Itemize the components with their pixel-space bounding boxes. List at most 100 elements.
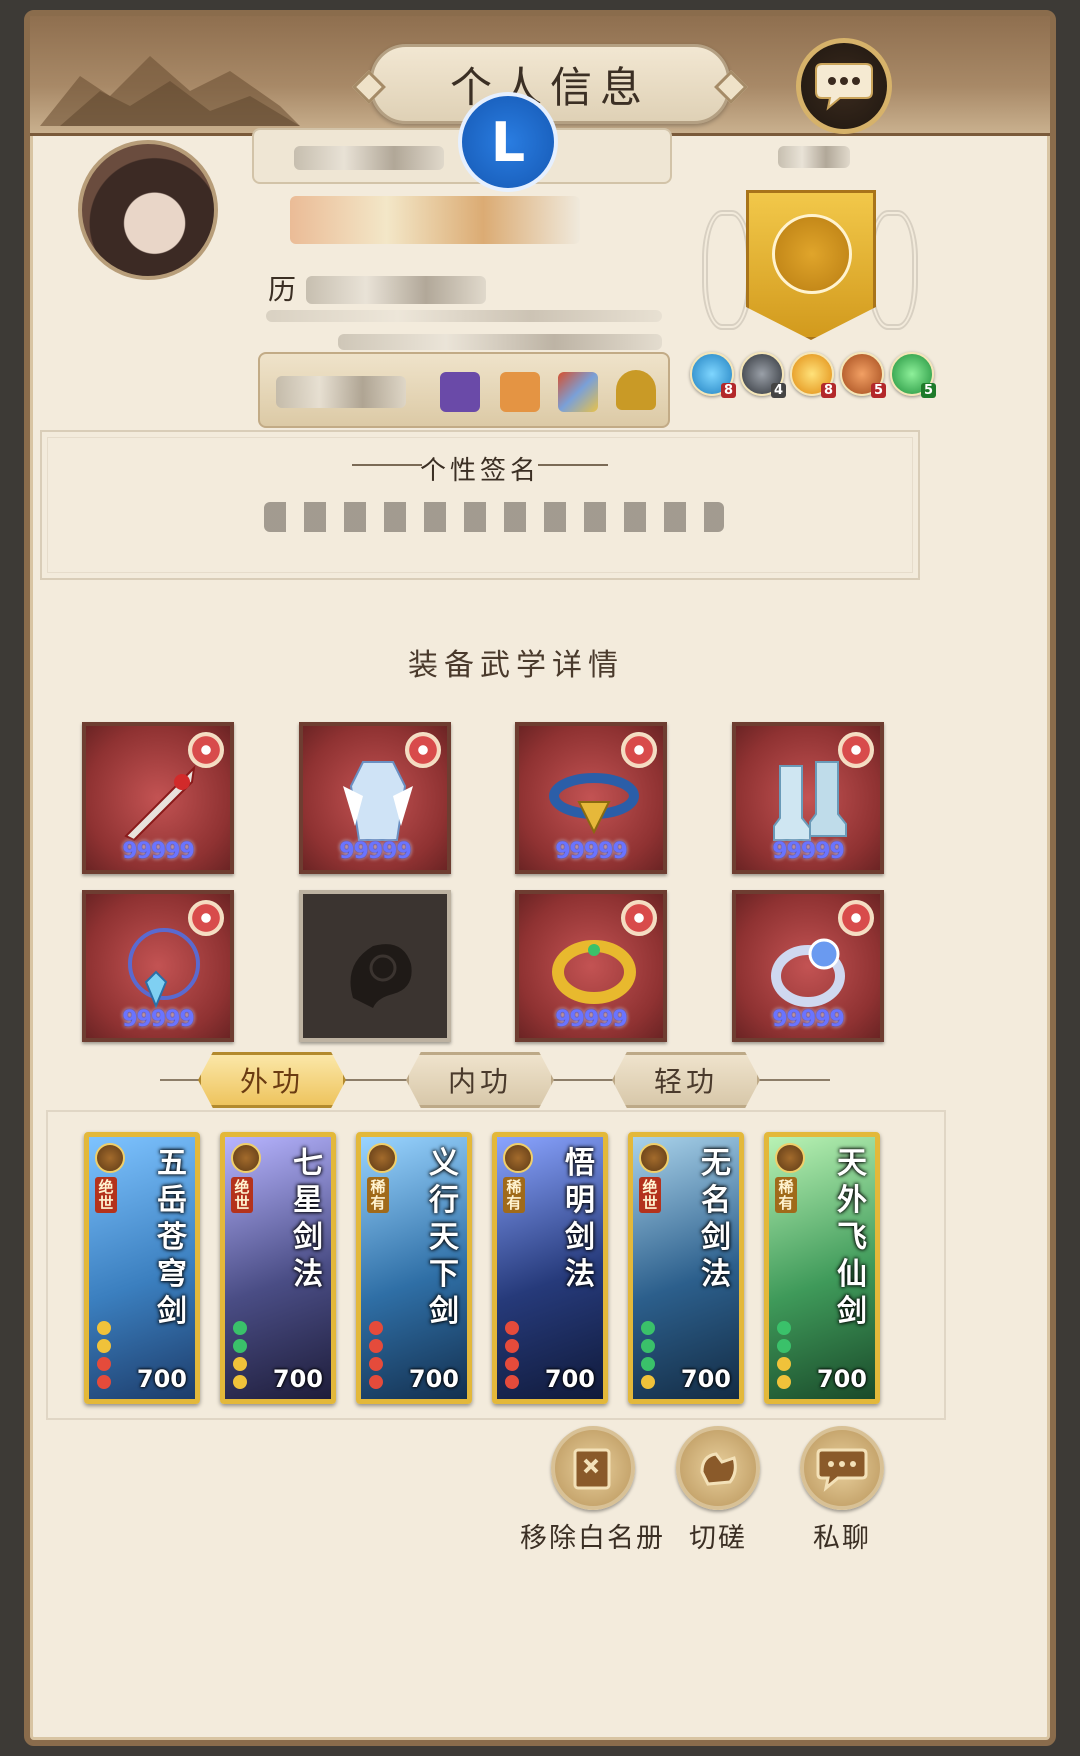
spar-button[interactable]: 切磋 (676, 1426, 760, 1555)
necklace-icon (128, 928, 200, 1009)
skill-card[interactable]: 绝世 无名剑法 700 (628, 1132, 744, 1404)
rank-badge-letter: L (490, 110, 526, 174)
skill-rank: 绝世 (639, 1177, 661, 1213)
skill-card[interactable]: 绝世 七星剑法 700 (220, 1132, 336, 1404)
guild-info-censored (290, 196, 580, 244)
equip-slot-locked[interactable] (299, 890, 451, 1042)
skill-tabs: 外功 内功 轻功 (150, 1052, 840, 1108)
action-label: 移除白名册 (520, 1523, 665, 1554)
equip-level: 99999 (339, 839, 412, 864)
quality-flower-icon (621, 732, 657, 768)
quality-flower-icon (188, 732, 224, 768)
medal-icon (231, 1143, 261, 1173)
skill-power: 700 (680, 1365, 731, 1393)
skill-card[interactable]: 绝世 五岳苍穹剑 700 (84, 1132, 200, 1404)
skill-card[interactable]: 稀有 义行天下剑 700 (356, 1132, 472, 1404)
history-label: 历 (268, 273, 297, 306)
tab-external[interactable]: 外功 (198, 1052, 346, 1108)
skill-power: 700 (816, 1365, 867, 1393)
history-value-censored (306, 276, 486, 304)
tiger-badge-icon[interactable]: 5 (840, 352, 886, 398)
guild-banner[interactable] (700, 180, 920, 360)
action-label: 私聊 (813, 1523, 871, 1554)
skill-name: 七星剑法 (293, 1146, 323, 1292)
equip-slot-sword[interactable]: 99999 (82, 722, 234, 874)
skill-power: 700 (136, 1365, 187, 1393)
tab-internal[interactable]: 内功 (406, 1052, 554, 1108)
skill-rank: 稀有 (367, 1177, 389, 1213)
quality-flower-icon (621, 900, 657, 936)
skill-power: 700 (272, 1365, 323, 1393)
skill-pips (97, 1321, 113, 1389)
guild-name-censored (778, 146, 850, 168)
silver-ring-icon (771, 938, 845, 1007)
skill-rank: 稀有 (503, 1177, 525, 1213)
signature-title: 个性签名 (419, 456, 540, 486)
title-plate: 个人信息 (370, 44, 730, 124)
equip-level: 99999 (772, 839, 845, 864)
skill-card[interactable]: 稀有 天外飞仙剑 700 (764, 1132, 880, 1404)
equip-slot-robe[interactable]: 99999 (299, 722, 451, 874)
player-name-censored (294, 146, 444, 170)
equip-level: 99999 (122, 1007, 195, 1032)
rank-badge: L (458, 92, 558, 192)
equip-slot-gold-ring[interactable]: 99999 (515, 890, 667, 1042)
medal-icon (775, 1143, 805, 1173)
gold-ring-icon (552, 940, 636, 1004)
remove-whitelist-button[interactable]: 移除白名册 (520, 1426, 665, 1555)
speech-bubble-icon (815, 63, 873, 111)
action-label: 切磋 (689, 1523, 747, 1554)
tab-label: 外功 (239, 1065, 304, 1098)
moon-badge-icon[interactable]: 4 (740, 352, 786, 398)
equip-slot-silver-ring[interactable]: 99999 (732, 890, 884, 1042)
colorful-box-icon (558, 372, 598, 412)
divider (538, 464, 608, 466)
pet-silhouette-icon (350, 944, 412, 1008)
skill-name: 天外飞仙剑 (837, 1146, 867, 1329)
private-chat-button[interactable]: 私聊 (800, 1426, 884, 1555)
skill-pips (369, 1321, 385, 1389)
cloud-ornament-left (702, 210, 752, 330)
skill-name: 无名剑法 (701, 1146, 731, 1292)
equip-level: 99999 (555, 839, 628, 864)
equipment-heading: 装备武学详情 (408, 648, 624, 683)
cloud-emblem-icon (772, 214, 852, 294)
info-line-censored (266, 310, 662, 322)
tab-label: 轻功 (653, 1065, 718, 1098)
sword-icon (124, 765, 196, 842)
quality-flower-icon (405, 732, 441, 768)
turtle-badge-icon[interactable]: 8 (690, 352, 736, 398)
skill-name: 义行天下剑 (429, 1146, 459, 1329)
dragon-badge-icon[interactable]: 5 (890, 352, 936, 398)
equip-level: 99999 (122, 839, 195, 864)
equip-slot-belt[interactable]: 99999 (515, 722, 667, 874)
skill-pips (641, 1321, 657, 1389)
equip-slot-necklace[interactable]: 99999 (82, 890, 234, 1042)
skill-rank: 绝世 (231, 1177, 253, 1213)
skill-rank: 绝世 (95, 1177, 117, 1213)
equip-level: 99999 (555, 1007, 628, 1032)
info-line-censored (338, 334, 662, 350)
chat-icon (800, 1426, 884, 1510)
skill-name: 五岳苍穹剑 (157, 1146, 187, 1329)
avatar[interactable] (78, 140, 218, 280)
fist-icon (676, 1426, 760, 1510)
book-icon (550, 1426, 635, 1510)
skill-name: 悟明剑法 (565, 1146, 595, 1292)
title-badges: 8 4 8 5 5 (690, 352, 936, 398)
skill-card[interactable]: 稀有 悟明剑法 700 (492, 1132, 608, 1404)
chat-button[interactable] (796, 38, 892, 134)
quality-flower-icon (838, 732, 874, 768)
skill-pips (233, 1321, 249, 1389)
medal-icon (503, 1143, 533, 1173)
equip-slot-boots[interactable]: 99999 (732, 722, 884, 874)
sun-badge-icon[interactable]: 8 (790, 352, 836, 398)
tab-label: 内功 (447, 1065, 512, 1098)
tab-lightness[interactable]: 轻功 (612, 1052, 760, 1108)
skill-pips (777, 1321, 793, 1389)
belt-icon (549, 773, 639, 835)
quality-flower-icon (188, 900, 224, 936)
mountain-painting (40, 56, 300, 126)
purple-gem-icon (440, 372, 480, 412)
orange-gem-icon (500, 372, 540, 412)
